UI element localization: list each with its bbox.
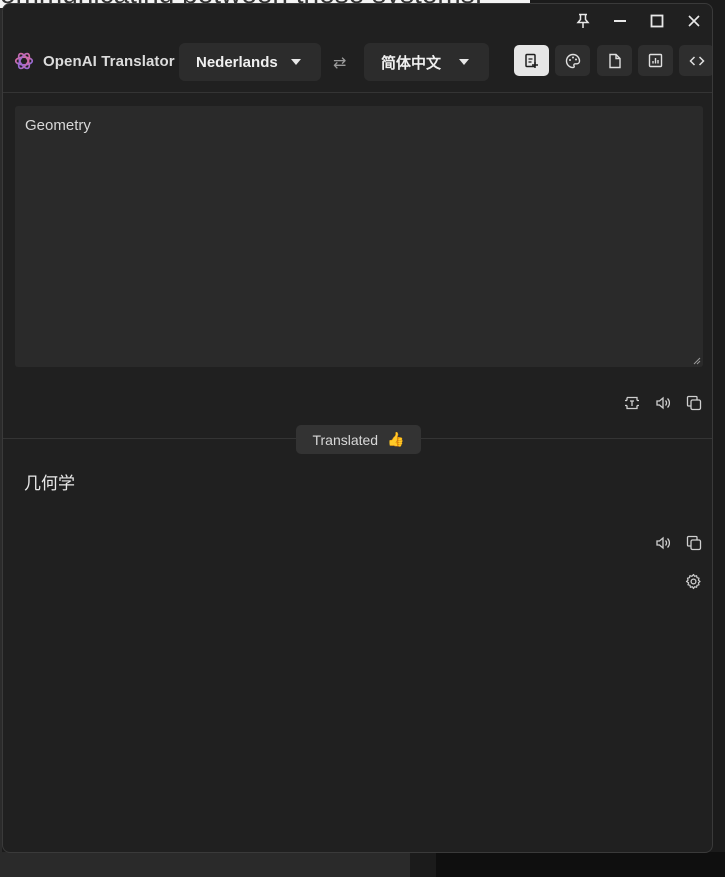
- maximize-button[interactable]: [638, 4, 675, 38]
- pin-button[interactable]: [564, 4, 601, 38]
- ocr-button[interactable]: [616, 391, 647, 415]
- header-divider: [3, 92, 712, 93]
- maximize-icon: [650, 14, 663, 28]
- speaker-icon: [655, 536, 670, 550]
- openai-logo-icon: [14, 52, 34, 70]
- settings-row: [678, 569, 709, 593]
- minimize-button[interactable]: [601, 4, 638, 38]
- thumbs-up-icon: 👍: [387, 431, 405, 447]
- settings-button[interactable]: [678, 569, 709, 593]
- translation-status-badge: Translated 👍: [296, 425, 421, 454]
- header: OpenAI Translator Nederlands ⇄ 简体中文: [3, 40, 712, 86]
- source-language-label: Nederlands: [196, 53, 278, 71]
- titlebar-controls: [564, 4, 712, 38]
- translate-mode-icon: [524, 53, 538, 68]
- text-recognition-icon: [624, 396, 639, 410]
- pin-icon: [575, 13, 590, 28]
- resize-grip-icon[interactable]: [692, 356, 701, 365]
- source-text: Geometry: [25, 117, 91, 134]
- theme-button[interactable]: [555, 45, 590, 76]
- translator-window: OpenAI Translator Nederlands ⇄ 简体中文 Geom…: [2, 3, 713, 853]
- gear-icon: [685, 573, 701, 589]
- target-language-select[interactable]: 简体中文: [364, 43, 489, 81]
- document-button[interactable]: [597, 45, 632, 76]
- chevron-down-icon: [291, 59, 301, 65]
- statistics-button[interactable]: [638, 45, 673, 76]
- close-button[interactable]: [675, 4, 712, 38]
- background-taskbar-right: [436, 852, 725, 877]
- source-language-select[interactable]: Nederlands: [179, 43, 321, 81]
- speak-result-button[interactable]: [647, 531, 678, 555]
- chevron-down-icon: [459, 59, 469, 65]
- background-taskbar-left: [0, 852, 410, 877]
- target-language-label: 简体中文: [381, 54, 442, 72]
- copy-result-button[interactable]: [678, 531, 709, 555]
- swap-languages-icon[interactable]: ⇄: [333, 53, 346, 73]
- speak-source-button[interactable]: [647, 391, 678, 415]
- close-icon: [687, 15, 700, 27]
- source-text-input[interactable]: Geometry: [15, 106, 703, 367]
- copy-icon: [686, 395, 701, 411]
- source-toolbar: [616, 391, 709, 415]
- status-label: Translated: [312, 431, 379, 448]
- theme-icon: [565, 53, 580, 68]
- speaker-icon: [655, 396, 670, 410]
- document-icon: [608, 53, 621, 68]
- code-button[interactable]: [679, 45, 712, 76]
- result-toolbar: [647, 531, 709, 555]
- copy-source-button[interactable]: [678, 391, 709, 415]
- translation-result: 几何学: [24, 474, 75, 494]
- translate-mode-button[interactable]: [514, 45, 549, 76]
- minimize-icon: [613, 20, 626, 22]
- brand: OpenAI Translator: [13, 50, 175, 72]
- code-icon: [688, 55, 705, 66]
- app-title: OpenAI Translator: [43, 52, 175, 70]
- statistics-icon: [648, 53, 663, 68]
- copy-icon: [686, 535, 701, 551]
